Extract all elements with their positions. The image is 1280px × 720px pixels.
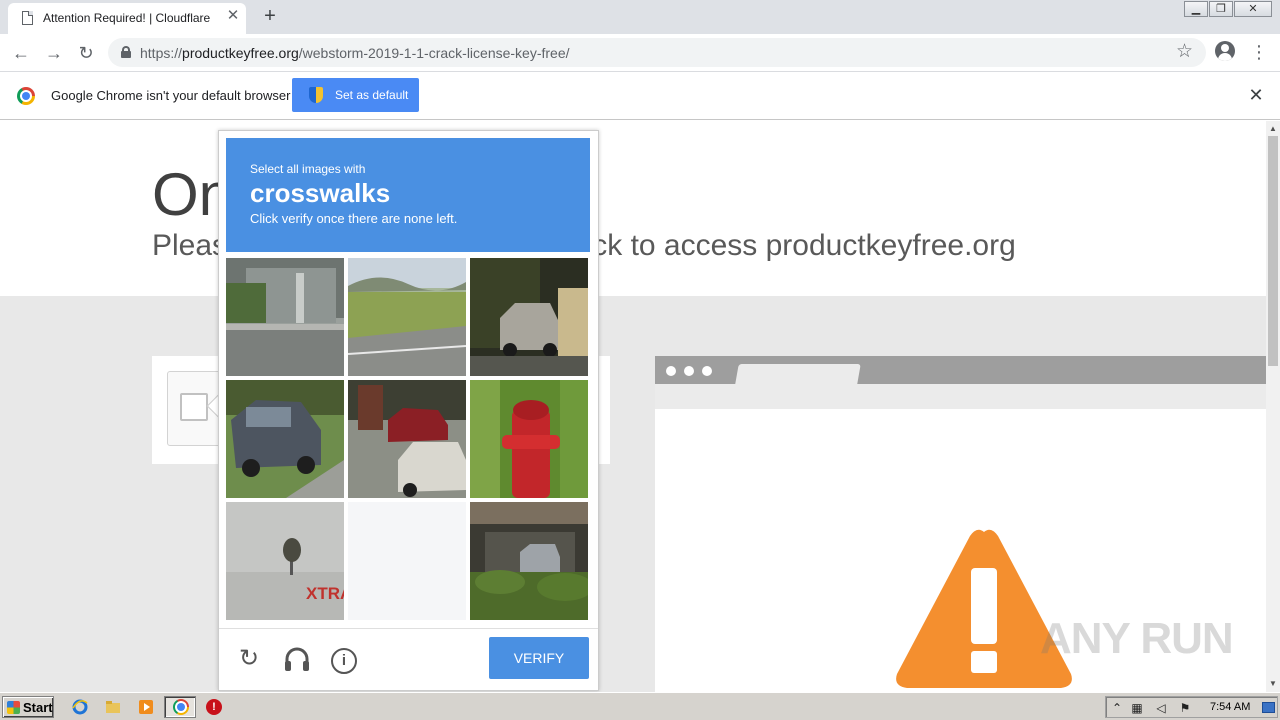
tile-sign-text: XTRA [306, 584, 344, 603]
verify-button[interactable]: VERIFY [489, 637, 589, 679]
back-icon[interactable]: ← [8, 40, 34, 66]
challenge-target: crosswalks [250, 178, 391, 208]
challenge-footer-divider [219, 628, 598, 629]
media-player-icon[interactable] [138, 699, 154, 715]
system-tray: ⌃ ▦ ◁ ⚑ 7:54 AM [1105, 696, 1278, 718]
url-host: productkeyfree.org [182, 45, 299, 61]
network-icon[interactable]: ▦ [1130, 701, 1144, 715]
reload-challenge-icon[interactable]: ↻ [235, 645, 263, 673]
chrome-taskbar-icon [173, 699, 189, 715]
tray-expand-icon[interactable]: ⌃ [1110, 701, 1124, 715]
taskbar-clock: 7:54 AM [1210, 701, 1251, 713]
recaptcha-challenge-dialog: Select all images with crosswalks Click … [218, 130, 599, 691]
window-close-button[interactable]: ✕ [1234, 1, 1272, 17]
set-as-default-label: Set as default [335, 88, 409, 102]
infobar-close-icon[interactable]: ✕ [1246, 85, 1266, 106]
challenge-tile[interactable] [470, 502, 588, 620]
new-tab-button[interactable]: + [258, 4, 282, 28]
opera-icon[interactable]: ! [206, 699, 222, 715]
url-scheme: https:// [140, 45, 183, 61]
lock-icon[interactable] [121, 46, 131, 58]
default-browser-infobar: Google Chrome isn't your default browser… [0, 72, 1280, 120]
challenge-tile-fading[interactable] [348, 502, 466, 620]
scrollbar-thumb[interactable] [1268, 136, 1278, 366]
volume-icon[interactable]: ◁ [1154, 701, 1168, 715]
minimize-button[interactable]: ▁ [1184, 1, 1208, 17]
infobar-message: Google Chrome isn't your default browser [51, 88, 291, 103]
audio-challenge-icon[interactable] [283, 645, 311, 673]
tab-strip: Attention Required! | Cloudflare ✕ + ▁ ❐… [0, 0, 1280, 34]
challenge-header: Select all images with crosswalks Click … [226, 138, 590, 252]
warning-icon [896, 529, 1072, 688]
windows-taskbar: Start ! ⌃ ▦ ◁ ⚑ 7:54 AM [0, 692, 1280, 720]
uac-shield-icon [309, 87, 323, 103]
challenge-tile[interactable]: XTRA [226, 502, 344, 620]
tab-close-icon[interactable]: ✕ [224, 7, 242, 25]
challenge-tile[interactable] [470, 258, 588, 376]
challenge-tile[interactable] [226, 258, 344, 376]
url-path: /webstorm-2019-1-1-crack-license-key-fre… [298, 45, 570, 61]
windows-flag-icon [7, 701, 20, 714]
browser-tab[interactable]: Attention Required! | Cloudflare ✕ [8, 3, 246, 34]
tab-title: Attention Required! | Cloudflare [43, 11, 211, 25]
challenge-tile[interactable] [348, 380, 466, 498]
help-info-icon[interactable]: i [331, 648, 357, 674]
scroll-up-icon[interactable]: ▲ [1266, 122, 1280, 136]
challenge-tile[interactable] [226, 380, 344, 498]
menu-kebab-icon[interactable]: ⋮ [1250, 41, 1268, 63]
folder-icon[interactable] [105, 699, 121, 715]
start-label: Start [23, 700, 53, 715]
challenge-prefix: Select all images with [250, 162, 366, 176]
action-center-flag-icon[interactable]: ⚑ [1178, 701, 1192, 715]
challenge-tile[interactable] [348, 258, 466, 376]
restore-button[interactable]: ❐ [1209, 1, 1233, 17]
internet-explorer-icon[interactable] [72, 699, 88, 715]
illustration-toolbar [655, 384, 1266, 409]
reload-icon[interactable]: ↻ [73, 40, 99, 66]
url-text[interactable]: https://productkeyfree.org/webstorm-2019… [140, 45, 570, 61]
bookmark-star-icon[interactable]: ☆ [1176, 40, 1193, 63]
forward-icon[interactable]: → [41, 40, 67, 66]
anyrun-watermark: ANY RUN [1040, 614, 1234, 663]
start-button[interactable]: Start [2, 696, 54, 718]
illustration-dot [684, 366, 694, 376]
show-desktop-icon[interactable] [1262, 702, 1275, 713]
recaptcha-checkbox[interactable] [180, 393, 208, 421]
challenge-tile[interactable] [470, 380, 588, 498]
illustration-dot [666, 366, 676, 376]
browser-toolbar: ← → ↻ https://productkeyfree.org/webstor… [0, 34, 1280, 72]
illustration-tab [735, 364, 861, 384]
set-as-default-button[interactable]: Set as default [292, 78, 419, 112]
taskbar-chrome-button[interactable] [164, 696, 196, 718]
document-icon [22, 11, 33, 25]
profile-icon[interactable] [1215, 41, 1235, 61]
illustration-dot [702, 366, 712, 376]
scroll-down-icon[interactable]: ▼ [1266, 677, 1280, 691]
challenge-instruction: Click verify once there are none left. [250, 211, 458, 226]
chrome-logo-icon [17, 87, 35, 105]
address-bar[interactable]: https://productkeyfree.org/webstorm-2019… [108, 38, 1206, 67]
